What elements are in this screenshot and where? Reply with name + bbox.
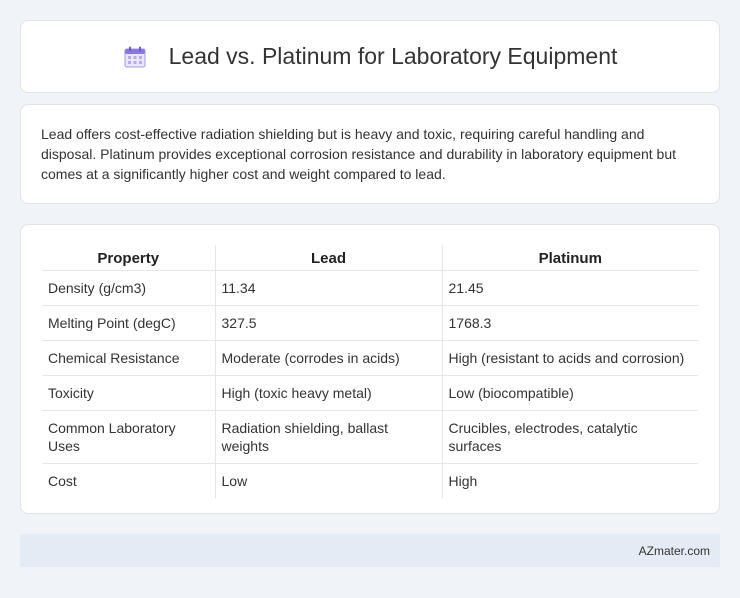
calendar-icon — [124, 46, 146, 67]
footer: AZmater.com — [20, 534, 720, 567]
cell-platinum: Crucibles, electrodes, catalytic surface… — [441, 410, 698, 464]
cell-property: Melting Point (degC) — [42, 305, 215, 341]
header-card: Lead vs. Platinum for Laboratory Equipme… — [20, 20, 720, 93]
cell-property: Chemical Resistance — [42, 340, 215, 376]
comparison-card: Property Lead Platinum Density (g/cm3) 1… — [20, 224, 720, 514]
column-header-lead: Lead — [214, 245, 442, 271]
table-header-row: Property Lead Platinum — [42, 245, 698, 271]
cell-lead: 327.5 — [214, 305, 442, 341]
table-row: Common Laboratory Uses Radiation shieldi… — [42, 410, 698, 464]
cell-lead: Radiation shielding, ballast weights — [214, 410, 442, 464]
table-row: Toxicity High (toxic heavy metal) Low (b… — [42, 375, 698, 411]
cell-platinum: Low (biocompatible) — [441, 375, 698, 411]
table-row: Cost Low High — [42, 463, 698, 498]
cell-platinum: 1768.3 — [441, 305, 698, 341]
cell-lead: Moderate (corrodes in acids) — [214, 340, 442, 376]
comparison-table: Property Lead Platinum Density (g/cm3) 1… — [42, 245, 698, 498]
table-row: Chemical Resistance Moderate (corrodes i… — [42, 340, 698, 376]
cell-lead: Low — [214, 463, 442, 498]
table-row: Density (g/cm3) 11.34 21.45 — [42, 270, 698, 306]
cell-platinum: High — [441, 463, 698, 498]
cell-lead: High (toxic heavy metal) — [214, 375, 442, 411]
summary-text: Lead offers cost-effective radiation shi… — [41, 126, 677, 182]
footer-brand: AZmater.com — [638, 543, 710, 558]
summary-card: Lead offers cost-effective radiation shi… — [20, 104, 720, 204]
cell-lead: 11.34 — [214, 270, 442, 306]
cell-property: Toxicity — [42, 375, 215, 411]
cell-property: Common Laboratory Uses — [42, 410, 215, 464]
cell-platinum: 21.45 — [441, 270, 698, 306]
table-row: Melting Point (degC) 327.5 1768.3 — [42, 305, 698, 341]
page-title: Lead vs. Platinum for Laboratory Equipme… — [168, 43, 618, 69]
cell-property: Cost — [48, 472, 77, 489]
header: Lead vs. Platinum for Laboratory Equipme… — [123, 43, 618, 70]
column-header-platinum: Platinum — [441, 245, 698, 271]
column-header-property: Property — [42, 245, 215, 271]
cell-property: Density (g/cm3) — [42, 270, 215, 306]
cell-platinum: High (resistant to acids and corrosion) — [441, 340, 698, 376]
